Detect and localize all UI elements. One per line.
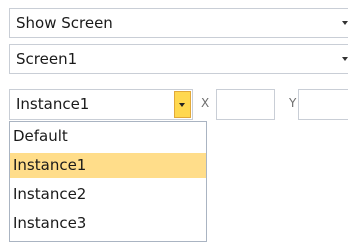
dropdown-option-label: Instance3 xyxy=(13,214,87,232)
chevron-down-icon xyxy=(342,57,348,61)
dropdown-option[interactable]: Instance1 xyxy=(10,153,206,178)
y-coordinate-input[interactable] xyxy=(298,89,348,120)
action-combobox[interactable]: Show Screen xyxy=(9,8,348,38)
dropdown-option-label: Instance2 xyxy=(13,185,87,203)
x-label: X xyxy=(201,96,210,110)
screen-combobox-value: Screen1 xyxy=(16,50,78,68)
screen-combobox[interactable]: Screen1 xyxy=(9,44,348,74)
dropdown-option[interactable]: Default xyxy=(10,124,206,149)
chevron-down-icon xyxy=(342,21,348,25)
instance-dropdown-list: Default Instance1 Instance2 Instance3 xyxy=(9,121,207,242)
action-combobox-value: Show Screen xyxy=(16,14,113,32)
instance-dropdown-button[interactable] xyxy=(174,91,191,118)
instance-combobox[interactable]: Instance1 xyxy=(9,89,193,120)
y-label: Y xyxy=(289,96,297,110)
x-coordinate-input[interactable] xyxy=(216,89,275,120)
instance-combobox-value: Instance1 xyxy=(16,95,90,113)
action-dropdown-button[interactable] xyxy=(337,9,348,37)
screen-dropdown-button[interactable] xyxy=(337,45,348,73)
dropdown-option-label: Default xyxy=(13,127,68,145)
chevron-down-icon xyxy=(179,103,185,107)
dropdown-option-label: Instance1 xyxy=(13,156,87,174)
dropdown-option[interactable]: Instance2 xyxy=(10,182,206,207)
dropdown-option[interactable]: Instance3 xyxy=(10,211,206,236)
